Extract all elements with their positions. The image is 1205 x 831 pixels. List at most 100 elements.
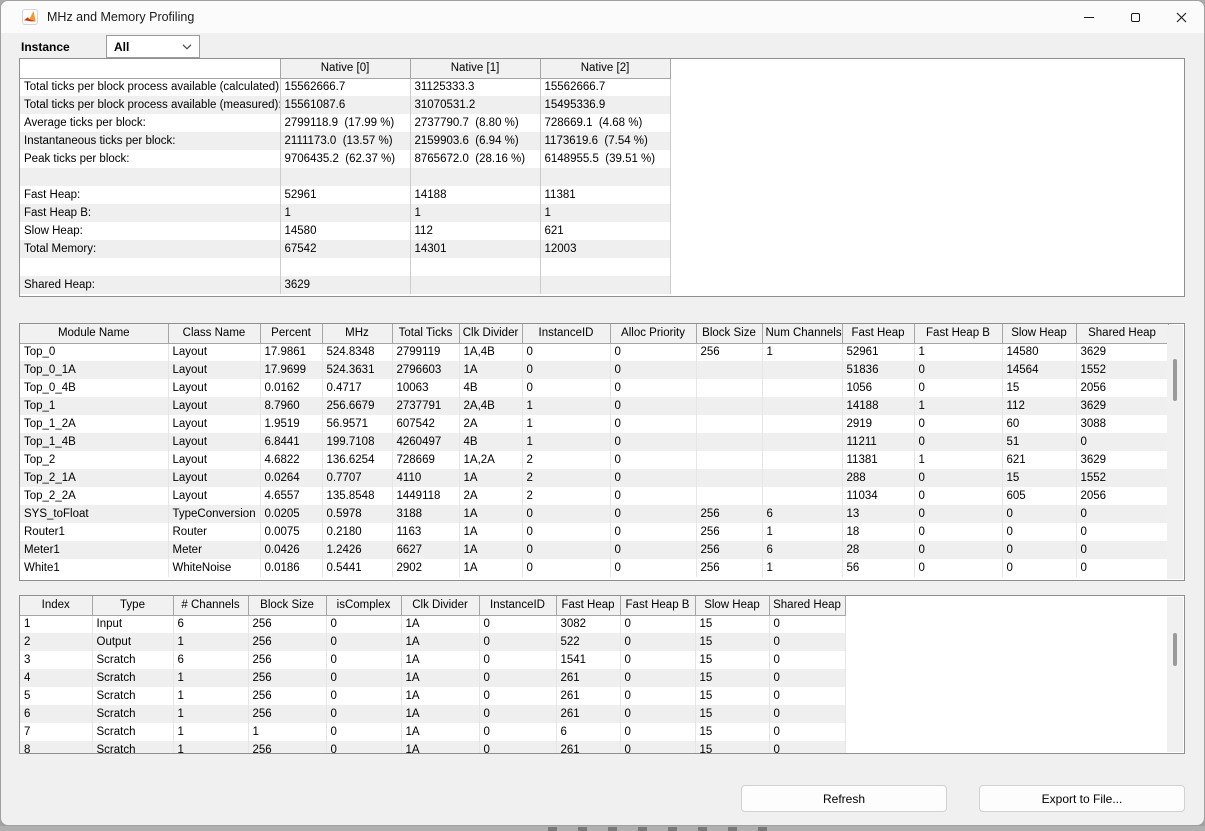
- table-cell[interactable]: [20, 258, 280, 276]
- table-cell[interactable]: 1: [173, 741, 248, 754]
- table-cell[interactable]: 1A: [401, 723, 479, 741]
- table-cell[interactable]: [762, 433, 842, 451]
- table-cell[interactable]: 256: [248, 615, 326, 633]
- table-cell[interactable]: 6: [173, 651, 248, 669]
- table-cell[interactable]: 1A: [401, 615, 479, 633]
- table-cell[interactable]: 0: [620, 651, 695, 669]
- table-cell[interactable]: 1A: [401, 633, 479, 651]
- table-cell[interactable]: 135.8548: [322, 487, 392, 505]
- table-cell[interactable]: 1: [762, 343, 842, 361]
- table-cell[interactable]: 4.6557: [260, 487, 322, 505]
- table-cell[interactable]: 2: [522, 469, 610, 487]
- table-cell[interactable]: 199.7108: [322, 433, 392, 451]
- table-cell[interactable]: 256: [696, 541, 762, 559]
- table-cell[interactable]: 1: [410, 204, 540, 222]
- table-cell[interactable]: 15: [695, 633, 769, 651]
- table-cell[interactable]: 0: [914, 469, 1002, 487]
- table-cell[interactable]: 0: [479, 723, 556, 741]
- table-cell[interactable]: 1552: [1076, 361, 1168, 379]
- table-cell[interactable]: [762, 415, 842, 433]
- table-cell[interactable]: 6627: [392, 541, 459, 559]
- table-cell[interactable]: [540, 276, 670, 294]
- table-cell[interactable]: 0: [610, 451, 696, 469]
- table-cell[interactable]: [762, 379, 842, 397]
- table-cell[interactable]: 0: [1002, 559, 1076, 577]
- table-cell[interactable]: 0.2180: [322, 523, 392, 541]
- table-cell[interactable]: 0: [326, 723, 401, 741]
- table-cell[interactable]: 1A: [459, 469, 522, 487]
- table-cell[interactable]: 0: [522, 559, 610, 577]
- table-cell[interactable]: 15: [695, 723, 769, 741]
- table-cell[interactable]: 607542: [392, 415, 459, 433]
- table-cell[interactable]: Scratch: [92, 669, 173, 687]
- table-cell[interactable]: 0.4717: [322, 379, 392, 397]
- table-cell[interactable]: 621: [1002, 451, 1076, 469]
- table-cell[interactable]: [280, 258, 410, 276]
- table-cell[interactable]: 0: [479, 651, 556, 669]
- table-cell[interactable]: 1A: [401, 741, 479, 754]
- table-cell[interactable]: 0: [610, 523, 696, 541]
- table-cell[interactable]: 0: [479, 705, 556, 723]
- table-cell[interactable]: 0: [769, 741, 845, 754]
- table-cell[interactable]: 0: [522, 379, 610, 397]
- table-cell[interactable]: 0: [1002, 505, 1076, 523]
- table-cell[interactable]: 0: [610, 559, 696, 577]
- table-cell[interactable]: 15562666.7: [280, 78, 410, 96]
- table-cell[interactable]: 0: [914, 379, 1002, 397]
- table-cell[interactable]: 524.3631: [322, 361, 392, 379]
- table-cell[interactable]: 1: [173, 669, 248, 687]
- minimize-button[interactable]: [1066, 1, 1112, 33]
- table-cell[interactable]: 4B: [459, 379, 522, 397]
- table-cell[interactable]: 256: [248, 651, 326, 669]
- table-cell[interactable]: 0: [1002, 541, 1076, 559]
- table-cell[interactable]: 1: [280, 204, 410, 222]
- table-cell[interactable]: [762, 361, 842, 379]
- table-cell[interactable]: [696, 361, 762, 379]
- table-cell[interactable]: 1A: [459, 361, 522, 379]
- table-cell[interactable]: [696, 433, 762, 451]
- table-cell[interactable]: 15: [695, 687, 769, 705]
- table-cell[interactable]: 0.0426: [260, 541, 322, 559]
- table-cell[interactable]: Top_1_4B: [20, 433, 168, 451]
- table-cell[interactable]: 1A,2A: [459, 451, 522, 469]
- table-cell[interactable]: Scratch: [92, 705, 173, 723]
- table-cell[interactable]: 1A: [459, 505, 522, 523]
- table-cell[interactable]: Average ticks per block:: [20, 114, 280, 132]
- table-cell[interactable]: 2159903.6 (6.94 %): [410, 132, 540, 150]
- table-cell[interactable]: Instantaneous ticks per block:: [20, 132, 280, 150]
- table-cell[interactable]: 2796603: [392, 361, 459, 379]
- table-cell[interactable]: 11381: [842, 451, 914, 469]
- table-cell[interactable]: 0.0075: [260, 523, 322, 541]
- table-cell[interactable]: 14188: [842, 397, 914, 415]
- table-cell[interactable]: 0: [610, 379, 696, 397]
- table-cell[interactable]: 1: [914, 343, 1002, 361]
- table-cell[interactable]: 4: [20, 669, 92, 687]
- table-cell[interactable]: Layout: [168, 451, 260, 469]
- table-cell[interactable]: 0: [620, 669, 695, 687]
- table-cell[interactable]: 11034: [842, 487, 914, 505]
- table-cell[interactable]: 1: [762, 559, 842, 577]
- table-cell[interactable]: 0: [769, 687, 845, 705]
- table-cell[interactable]: Scratch: [92, 651, 173, 669]
- table-cell[interactable]: [410, 168, 540, 186]
- table-cell[interactable]: 1: [522, 433, 610, 451]
- table-cell[interactable]: TypeConversion: [168, 505, 260, 523]
- table-cell[interactable]: [696, 379, 762, 397]
- table-cell[interactable]: Layout: [168, 415, 260, 433]
- table-cell[interactable]: 0.0205: [260, 505, 322, 523]
- table-cell[interactable]: [696, 487, 762, 505]
- table-cell[interactable]: 52961: [842, 343, 914, 361]
- table-cell[interactable]: 2A: [459, 415, 522, 433]
- table-cell[interactable]: 288: [842, 469, 914, 487]
- table-cell[interactable]: 1: [540, 204, 670, 222]
- table-cell[interactable]: 17.9861: [260, 343, 322, 361]
- table-cell[interactable]: 256: [248, 669, 326, 687]
- table-cell[interactable]: Input: [92, 615, 173, 633]
- table-cell[interactable]: 2: [522, 451, 610, 469]
- table-cell[interactable]: 3082: [556, 615, 620, 633]
- table-cell[interactable]: 1: [248, 723, 326, 741]
- table-cell[interactable]: 4B: [459, 433, 522, 451]
- table-cell[interactable]: 0: [769, 651, 845, 669]
- table-cell[interactable]: 256: [248, 705, 326, 723]
- table-cell[interactable]: Peak ticks per block:: [20, 150, 280, 168]
